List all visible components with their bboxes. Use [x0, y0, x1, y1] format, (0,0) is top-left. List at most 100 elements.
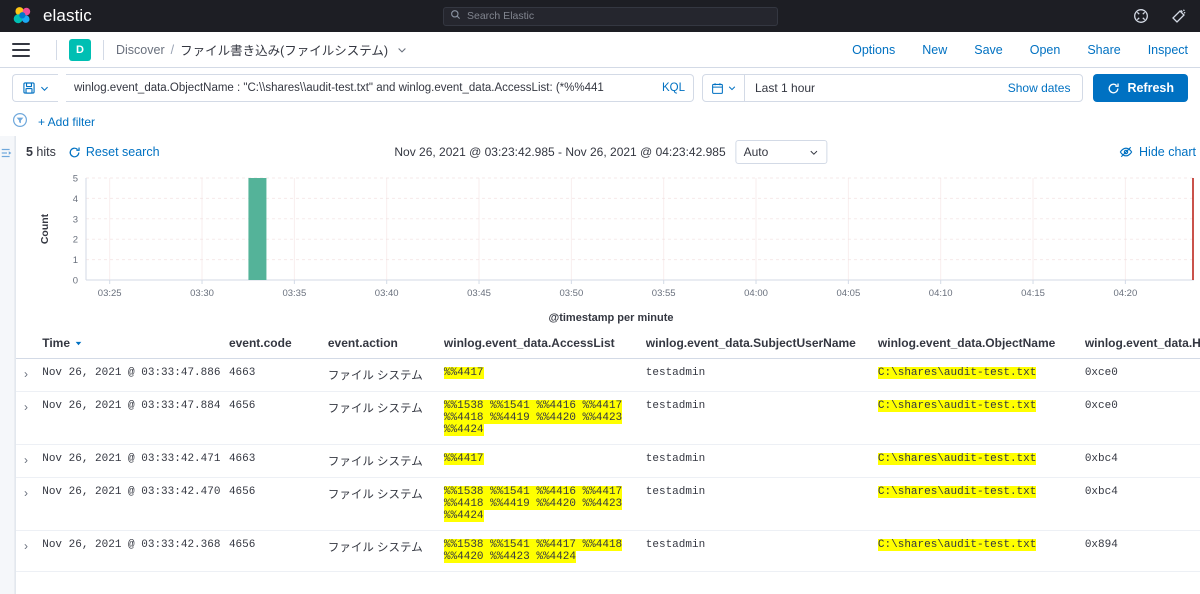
expand-row-icon[interactable]: › — [24, 539, 28, 553]
expand-row-icon[interactable]: › — [24, 400, 28, 414]
open-button[interactable]: Open — [1030, 43, 1061, 57]
svg-text:Count: Count — [39, 213, 51, 244]
col-event-code[interactable]: event.code — [228, 328, 328, 359]
filter-bar: + Add filter — [0, 108, 1200, 136]
cell-time-text: Nov 26, 2021 @ 03:33:47.886 — [42, 367, 221, 379]
cell-event-code-text: 4663 — [228, 367, 256, 379]
cell-handle-text: 0xce0 — [1084, 400, 1118, 412]
svg-text:04:05: 04:05 — [836, 288, 860, 299]
highlighted-match: %%1538 %%1541 %%4417 %%4418 %%4420 %%442… — [443, 539, 623, 563]
histogram-svg[interactable]: 0 1 2 3 4 5 Count 03:25 03:30 03:35 03:40 03:45 03:5… — [26, 172, 1196, 305]
col-access-list[interactable]: winlog.event_data.AccessList — [443, 328, 646, 359]
new-button[interactable]: New — [922, 43, 947, 57]
cell-time-text: Nov 26, 2021 @ 03:33:42.470 — [42, 486, 221, 498]
save-button[interactable]: Save — [974, 43, 1003, 57]
query-language-button[interactable]: KQL — [662, 82, 685, 94]
inspect-button[interactable]: Inspect — [1148, 43, 1188, 57]
breadcrumb-bar: D Discover / ファイル書き込み(ファイルシステム) Options … — [0, 32, 1200, 68]
cell-object-name: C:\shares\audit-test.txt — [877, 358, 1085, 392]
elastic-brand[interactable]: elastic — [12, 5, 92, 27]
table-row[interactable]: › Nov 26, 2021 @ 03:33:42.471 4663 ファイル システ… — [16, 444, 1200, 478]
refresh-label: Refresh — [1127, 81, 1174, 95]
reset-search-button[interactable]: Reset search — [68, 145, 160, 159]
col-handle[interactable]: winlog.event_data.Ha — [1084, 328, 1200, 359]
saved-query-button[interactable] — [12, 74, 58, 102]
global-top-nav: elastic — [0, 0, 1200, 32]
cell-event-action: ファイル システム — [327, 358, 444, 392]
query-input[interactable]: winlog.event_data.ObjectName : "C:\\shar… — [74, 82, 656, 94]
cell-handle: 0xbc4 — [1084, 444, 1200, 478]
cell-event-code-text: 4663 — [228, 453, 256, 465]
svg-text:03:40: 03:40 — [375, 288, 399, 299]
breadcrumb-discover[interactable]: Discover — [116, 43, 165, 57]
cell-subject-user-name-text: testadmin — [645, 367, 706, 379]
expand-row-icon[interactable]: › — [24, 453, 28, 467]
highlighted-match: C:\shares\audit-test.txt — [877, 486, 1037, 498]
cell-handle-text: 0xbc4 — [1084, 453, 1118, 465]
histogram-chart[interactable]: 0 1 2 3 4 5 Count 03:25 03:30 03:35 03:40 03:45 03:5… — [16, 168, 1200, 328]
interval-select[interactable]: Auto — [735, 140, 828, 164]
svg-text:1: 1 — [73, 255, 78, 266]
sort-desc-icon — [75, 341, 82, 345]
options-button[interactable]: Options — [852, 43, 895, 57]
col-time-sort[interactable]: Time — [42, 336, 83, 350]
cell-access-list: %%4417 — [443, 444, 646, 478]
cell-event-action-text: ファイル システム — [327, 489, 423, 501]
highlighted-match: C:\shares\audit-test.txt — [877, 453, 1037, 465]
cell-subject-user-name-text: testadmin — [645, 486, 706, 498]
svg-text:03:30: 03:30 — [190, 288, 214, 299]
cell: › — [16, 391, 43, 445]
query-input-wrapper[interactable]: winlog.event_data.ObjectName : "C:\\shar… — [66, 74, 694, 102]
cell-time-text: Nov 26, 2021 @ 03:33:47.884 — [42, 400, 221, 412]
svg-text:04:10: 04:10 — [929, 288, 953, 299]
col-time[interactable]: Time — [42, 328, 229, 359]
date-quick-select-button[interactable] — [703, 75, 745, 101]
cell-subject-user-name: testadmin — [645, 477, 878, 531]
cell-subject-user-name-text: testadmin — [645, 539, 706, 551]
col-event-action[interactable]: event.action — [327, 328, 444, 359]
table-row[interactable]: › Nov 26, 2021 @ 03:33:42.368 4656 ファイル システ… — [16, 530, 1200, 572]
chevron-down-icon[interactable] — [396, 44, 408, 56]
date-picker: Last 1 hour Show dates — [702, 74, 1084, 102]
cell-event-code-text: 4656 — [228, 539, 256, 551]
menu-toggle-icon[interactable] — [12, 42, 30, 57]
cell-time-text: Nov 26, 2021 @ 03:33:42.368 — [42, 539, 221, 551]
col-object-name[interactable]: winlog.event_data.ObjectName — [877, 328, 1085, 359]
news-feed-icon[interactable] — [1170, 7, 1188, 25]
expand-row-icon[interactable]: › — [24, 367, 28, 381]
hide-chart-button[interactable]: Hide chart — [1119, 145, 1196, 159]
date-range-display[interactable]: Last 1 hour — [745, 81, 1008, 95]
highlighted-match: %%1538 %%1541 %%4416 %%4417 %%4418 %%441… — [443, 400, 623, 436]
col-subject-user-name[interactable]: winlog.event_data.SubjectUserName — [645, 328, 878, 359]
refresh-button[interactable]: Refresh — [1093, 74, 1188, 102]
add-filter-button[interactable]: + Add filter — [38, 115, 95, 129]
table-row[interactable]: › Nov 26, 2021 @ 03:33:42.470 4656 ファイル システ… — [16, 477, 1200, 531]
cell-access-list: %%1538 %%1541 %%4416 %%4417 %%4418 %%441… — [443, 477, 646, 531]
filter-funnel-icon[interactable] — [12, 112, 28, 133]
show-dates-button[interactable]: Show dates — [1008, 81, 1083, 95]
cell-event-code: 4663 — [228, 358, 328, 392]
documents-table-wrapper[interactable]: Time event.code event.action winlog.even… — [16, 328, 1200, 594]
help-icon[interactable] — [1132, 7, 1150, 25]
cell-event-code-text: 4656 — [228, 400, 256, 412]
highlighted-match: %%4417 — [443, 453, 484, 465]
elastic-logo-icon — [12, 5, 34, 27]
expand-sidebar-icon[interactable] — [0, 146, 14, 594]
table-row[interactable]: › Nov 26, 2021 @ 03:33:47.884 4656 ファイル システ… — [16, 391, 1200, 445]
search-icon — [450, 7, 461, 25]
cell-subject-user-name: testadmin — [645, 391, 878, 445]
table-row[interactable]: › Nov 26, 2021 @ 03:33:47.886 4663 ファイル システ… — [16, 358, 1200, 392]
svg-text:4: 4 — [73, 194, 78, 205]
cell-event-action-text: ファイル システム — [327, 456, 423, 468]
cell-event-code: 4656 — [228, 530, 328, 572]
cell-event-action: ファイル システム — [327, 444, 444, 478]
top-nav-right-icons — [1132, 7, 1188, 25]
share-button[interactable]: Share — [1087, 43, 1120, 57]
global-search-bar[interactable] — [443, 6, 778, 26]
expand-row-icon[interactable]: › — [24, 486, 28, 500]
cell-event-action-text: ファイル システム — [327, 370, 423, 382]
space-avatar[interactable]: D — [69, 38, 91, 61]
search-input[interactable] — [467, 10, 771, 22]
divider — [103, 39, 104, 60]
cell-handle-text: 0x894 — [1084, 539, 1118, 551]
